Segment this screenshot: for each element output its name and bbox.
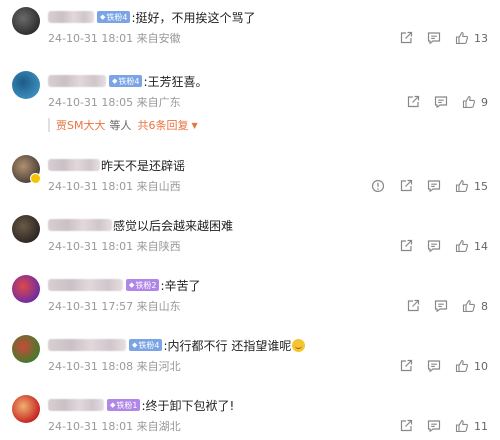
comment-time: 24-10-31 18:01 <box>48 240 134 253</box>
comment-actions: 13 <box>385 30 488 46</box>
comment-location: 来自河北 <box>136 360 181 373</box>
comment-icon[interactable] <box>434 299 448 313</box>
reply-divider <box>48 118 50 132</box>
comment-actions: 9 <box>392 94 488 110</box>
fan-level-label: 铁粉4 <box>118 76 140 86</box>
comment-location: 来自山东 <box>136 300 181 313</box>
username-link[interactable] <box>48 399 104 411</box>
share-icon[interactable] <box>399 179 413 193</box>
comment-text: 昨天不是还辟谣 <box>101 158 186 173</box>
username-link[interactable] <box>48 159 100 171</box>
share-icon[interactable] <box>406 95 420 109</box>
username-link[interactable] <box>48 75 106 87</box>
username-link[interactable] <box>48 219 112 231</box>
comment-text: :挺好，不用挨这个骂了 <box>131 10 256 25</box>
like-count: 15 <box>474 179 488 193</box>
comment-icon[interactable] <box>427 359 441 373</box>
comment-text: :王芳狂喜。 <box>143 74 208 89</box>
comment-actions: 8 <box>392 298 488 314</box>
comment-time: 24-10-31 18:08 <box>48 360 134 373</box>
verified-badge-icon <box>30 173 41 184</box>
comment-location: 来自山西 <box>136 180 181 193</box>
comment-location: 来自安徽 <box>136 32 181 45</box>
comment-actions: 14 <box>385 238 488 254</box>
fan-level-label: 铁粉4 <box>106 12 128 22</box>
share-icon[interactable] <box>399 359 413 373</box>
like-count: 14 <box>474 239 488 253</box>
like-count: 9 <box>481 95 488 109</box>
username-link[interactable] <box>48 11 94 23</box>
fan-level-badge: ◆ 铁粉1 <box>107 399 141 411</box>
fan-level-badge: ◆ 铁粉4 <box>97 11 131 23</box>
username-link[interactable] <box>48 279 123 291</box>
laughing-emoji-icon <box>292 338 306 352</box>
comment-text: :辛苦了 <box>160 278 201 293</box>
like-icon[interactable]: 15 <box>455 179 488 193</box>
comment-time: 24-10-31 18:01 <box>48 420 134 433</box>
avatar[interactable] <box>12 71 40 99</box>
comment-location: 来自广东 <box>136 96 181 109</box>
like-icon[interactable]: 9 <box>462 95 488 109</box>
avatar[interactable] <box>12 335 40 363</box>
comment-icon[interactable] <box>434 95 448 109</box>
share-icon[interactable] <box>406 299 420 313</box>
share-icon[interactable] <box>399 239 413 253</box>
comment-icon[interactable] <box>427 239 441 253</box>
comment-actions: 15 <box>357 178 488 194</box>
comment-text: 感觉以后会越来越困难 <box>113 218 234 233</box>
comment-location: 来自湖北 <box>136 420 181 433</box>
like-count: 11 <box>474 419 488 433</box>
chevron-down-icon[interactable]: ▼ <box>191 121 197 130</box>
like-count: 8 <box>481 299 488 313</box>
fan-level-label: 铁粉2 <box>135 280 157 290</box>
comment-actions: 10 <box>385 358 488 374</box>
fan-level-label: 铁粉1 <box>116 400 138 410</box>
comment-time: 24-10-31 18:01 <box>48 32 134 45</box>
like-icon[interactable]: 14 <box>455 239 488 253</box>
like-icon[interactable]: 11 <box>455 419 488 433</box>
fan-badge-icon: ◆ <box>110 401 116 409</box>
like-icon[interactable]: 10 <box>455 359 488 373</box>
like-count: 10 <box>474 359 488 373</box>
fan-level-badge: ◆ 铁粉4 <box>109 75 143 87</box>
comment-icon[interactable] <box>427 419 441 433</box>
reply-author-link[interactable]: 贾SM大大 <box>56 117 105 133</box>
like-count: 13 <box>474 31 488 45</box>
fan-level-badge: ◆ 铁粉2 <box>126 279 160 291</box>
comment-text: :终于卸下包袱了! <box>141 398 235 413</box>
fan-level-badge: ◆ 铁粉4 <box>129 339 163 351</box>
report-icon[interactable] <box>371 179 385 193</box>
avatar[interactable] <box>12 155 41 184</box>
fan-badge-icon: ◆ <box>100 13 106 21</box>
comment-time: 24-10-31 18:05 <box>48 96 134 109</box>
reply-count-link[interactable]: 共6条回复 <box>137 117 188 133</box>
like-icon[interactable]: 13 <box>455 31 488 45</box>
fan-badge-icon: ◆ <box>112 77 118 85</box>
avatar[interactable] <box>12 275 40 303</box>
comment-location: 来自陕西 <box>136 240 181 253</box>
comment-time: 24-10-31 17:57 <box>48 300 134 313</box>
like-icon[interactable]: 8 <box>462 299 488 313</box>
comment-time: 24-10-31 18:01 <box>48 180 134 193</box>
reply-middle-text: 等人 <box>109 119 132 132</box>
share-icon[interactable] <box>399 31 413 45</box>
reply-preview[interactable]: 贾SM大大 等人 共6条回复 ▼ <box>48 115 198 135</box>
avatar[interactable] <box>12 215 40 243</box>
username-link[interactable] <box>48 339 126 351</box>
fan-badge-icon: ◆ <box>129 281 135 289</box>
fan-badge-icon: ◆ <box>132 341 138 349</box>
share-icon[interactable] <box>399 419 413 433</box>
fan-level-label: 铁粉4 <box>138 340 160 350</box>
avatar[interactable] <box>12 395 40 423</box>
comment-actions: 11 <box>385 418 488 434</box>
comment-text: :内行都不行 还指望谁呢 <box>163 338 292 353</box>
comment-icon[interactable] <box>427 179 441 193</box>
comment-icon[interactable] <box>427 31 441 45</box>
avatar[interactable] <box>12 7 40 35</box>
